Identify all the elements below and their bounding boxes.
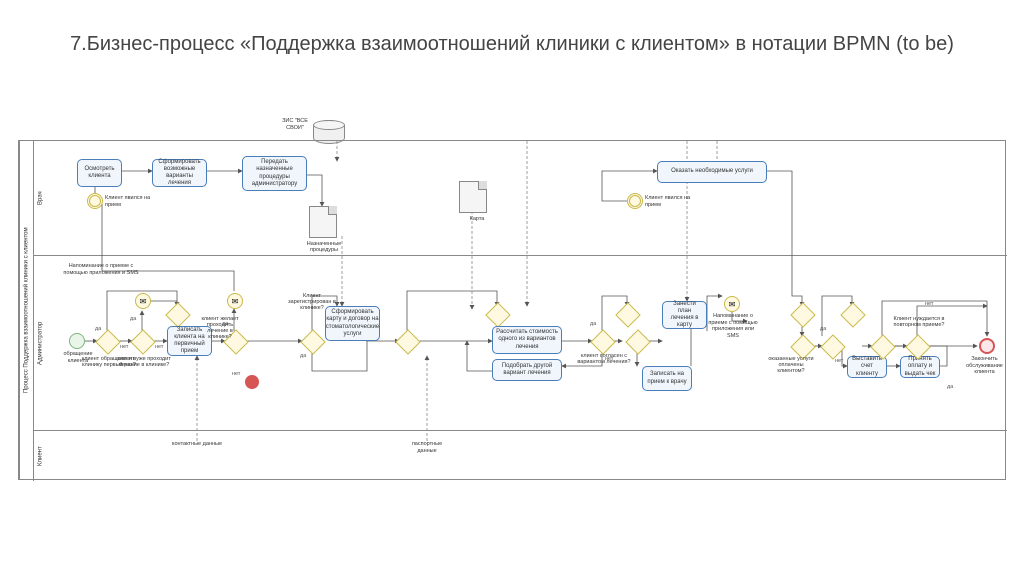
yes-3: да	[222, 321, 228, 327]
task-book-doctor: Записать на прием к врачу	[642, 366, 692, 391]
task-payment: Принять оплату и выдать чек	[900, 356, 940, 378]
no-1: нет	[120, 344, 128, 350]
page-title: 7.Бизнес-процесс «Поддержка взаимоотноше…	[0, 0, 1024, 68]
terminate-event	[245, 375, 259, 389]
datastore-label: ЗИС "ВСЕ СВОИ"	[275, 118, 315, 131]
task-plan-card: Занести план лечения в карту	[662, 301, 707, 329]
no-2: нет	[155, 344, 163, 350]
no-6: нет	[835, 358, 843, 364]
event-arrived-1-label: Клиент явился на прием	[105, 195, 165, 208]
start-event	[69, 333, 85, 349]
event-reminder-1: ✉	[135, 293, 151, 309]
task-inspect: Осмотреть клиента	[77, 159, 122, 187]
yes-5: да	[590, 321, 596, 327]
gw-agree-label: клиент согласен с вариантом лечения?	[574, 353, 634, 365]
doc-procedures-label: Назначенные процедуры	[299, 241, 349, 253]
doc-passport-label: паспортные данные	[402, 441, 452, 454]
gw-in-treatment-label: клиент уже проходит лечение в клинике?	[114, 356, 174, 368]
event-reminder-2-label: Напоминание о приеме с помощью приложени…	[707, 313, 759, 339]
lane-label-admin: Администратор	[33, 256, 47, 430]
gateway-merge-3	[485, 302, 510, 327]
task-form-card: Сформировать карту и договор на стоматол…	[325, 306, 380, 341]
lane-label-client: Клиент	[33, 431, 47, 481]
gw-repeat-label: Клиент нуждается в повторном приеме?	[889, 316, 949, 328]
event-arrived-2	[627, 193, 643, 209]
gateway-merge-4	[790, 302, 815, 327]
task-invoice: Выставить счет клиенту	[847, 356, 887, 378]
doc-procedures	[309, 206, 337, 238]
doc-contact-label: контактные данные	[172, 441, 222, 448]
gateway-agree	[590, 329, 615, 354]
event-reminder-2: ✉	[724, 296, 740, 312]
task-other-option: Подобрать другой вариант лечения	[492, 359, 562, 381]
yes-1: да	[95, 326, 101, 332]
gateway-registered	[300, 329, 325, 354]
pool-label: Процесс Поддержка взаимоотношений клиник…	[19, 141, 33, 479]
event-arrived-2-label: Клиент явился на прием	[645, 195, 705, 208]
event-reminder-mid: ✉	[227, 293, 243, 309]
gw-wants-label: клиент желает проходить лечение в клиник…	[199, 316, 241, 340]
yes-7: да	[947, 384, 953, 390]
no-3: нет	[232, 371, 240, 377]
event-reminder-1-label: Напоминание о приеме с помощью приложени…	[62, 263, 140, 276]
end-event-label: Закончить обслуживание клиента	[957, 356, 1012, 376]
task-form-options: Сформировать возможные варианты лечения	[152, 159, 207, 187]
gateway-in-treatment	[130, 329, 155, 354]
task-transfer: Передать назначенные процедуры администр…	[242, 156, 307, 191]
gateway-merge-1	[165, 302, 190, 327]
gateway-merge-6	[840, 302, 865, 327]
task-calc-cost: Рассчитать стоимость одного из вариантов…	[492, 326, 562, 354]
doc-card-label: Карта	[452, 216, 502, 222]
yes-4: да	[300, 353, 306, 359]
gateway-par-1	[615, 302, 640, 327]
gateway-paid	[820, 334, 845, 359]
gateway-par-2	[625, 329, 650, 354]
bpmn-diagram: Процесс Поддержка взаимоотношений клиник…	[18, 140, 1006, 480]
gw-paid-label: оказанные услуги оплачены клиентом?	[767, 356, 815, 374]
event-arrived-1	[87, 193, 103, 209]
doc-card	[459, 181, 487, 213]
yes-2: да	[130, 316, 136, 322]
flow-arrows	[47, 141, 1007, 479]
end-event	[979, 338, 995, 354]
task-services: Оказать необходимые услуги	[657, 161, 767, 183]
gateway-first-visit	[95, 329, 120, 354]
lane-label-doctor: Врач	[33, 141, 47, 255]
no-5: нет	[605, 356, 613, 362]
yes-6: да	[820, 326, 826, 332]
no-7: нет	[925, 301, 933, 307]
gateway-merge-2	[395, 329, 420, 354]
